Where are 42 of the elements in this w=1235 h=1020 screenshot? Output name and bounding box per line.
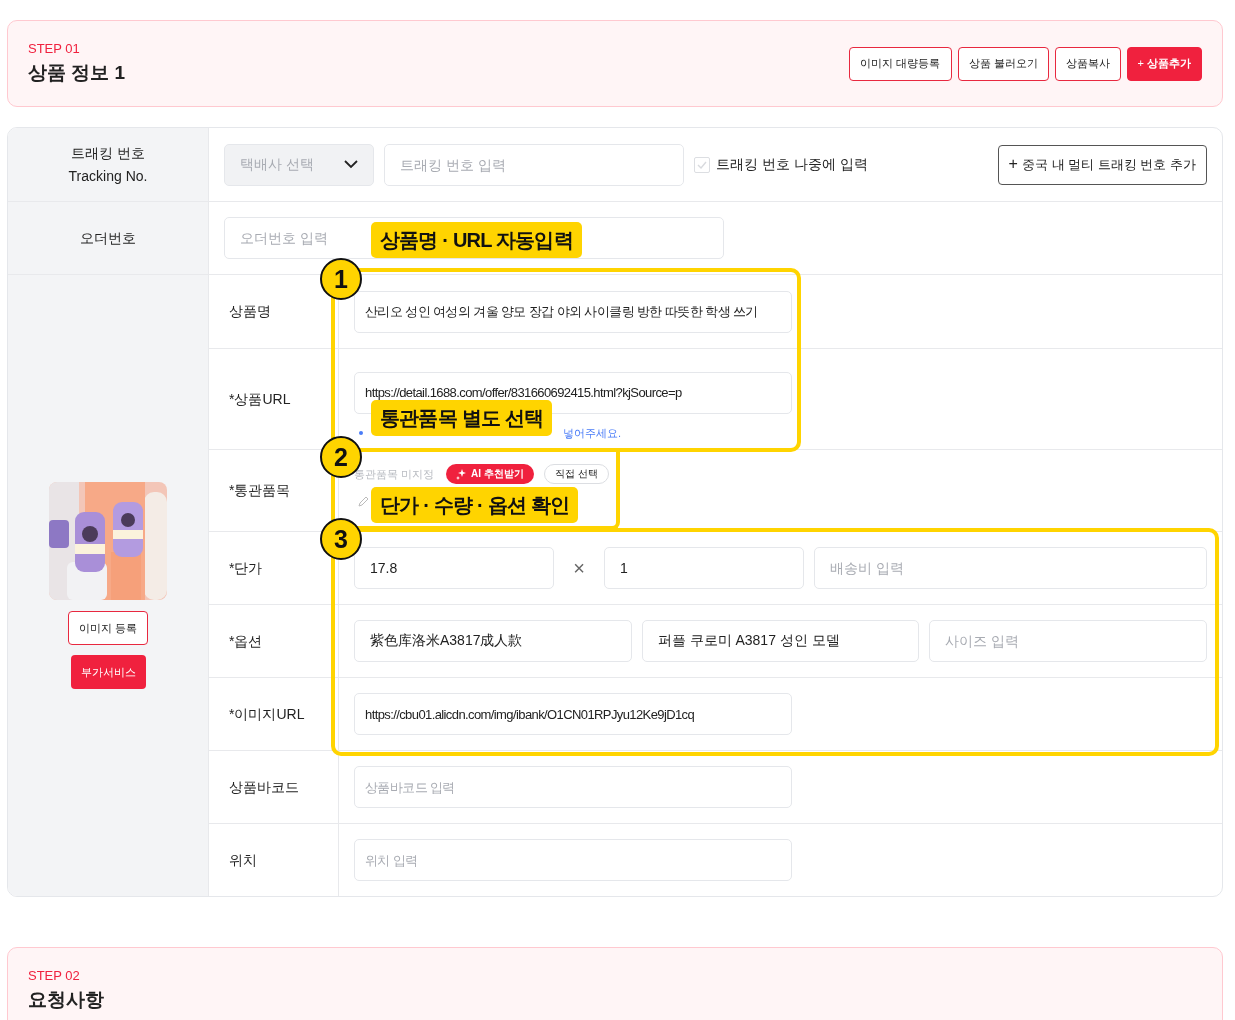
action-button[interactable]: 이미지 대량등록 <box>849 46 952 81</box>
option-field[interactable]: 사이즈 입력 <box>929 620 1207 662</box>
check-icon <box>697 160 707 169</box>
row-label: *옵션 <box>209 605 339 677</box>
row-label: 오더번호 <box>8 202 209 274</box>
quantity-field[interactable]: 1 <box>604 547 804 589</box>
option-field[interactable]: 퍼플 쿠로미 A3817 성인 모델 <box>641 620 920 662</box>
chevron-down-icon <box>344 160 358 169</box>
row-label: 위치 <box>209 824 339 896</box>
text-field[interactable]: 위치 입력 <box>354 839 792 881</box>
text-field[interactable]: 산리오 성인 여성의 겨울 양모 장갑 야외 사이클링 방한 따뜻한 학생 쓰기 <box>354 290 792 333</box>
ai-recommend-button[interactable]: AI 추천받기 <box>446 464 534 484</box>
row-label: *이미지URL <box>209 678 339 750</box>
tracking-number-field[interactable]: 트래킹 번호 입력 <box>384 143 684 186</box>
bullet-icon <box>359 431 363 435</box>
shipping-fee-field[interactable]: 배송비 입력 <box>814 547 1207 589</box>
text-field[interactable]: https://cbu01.alicdn.com/img/ibank/O1CN01RPJyu12Ke9jD1cq <box>354 693 792 735</box>
manual-select-button[interactable]: 직접 선택 <box>543 464 609 484</box>
later-checkbox[interactable]: 트래킹 번호 나중에 입력 <box>694 155 868 174</box>
section-title: 상품 정보 1 <box>28 61 126 85</box>
option-field[interactable]: 紫色库洛米A3817成人款 <box>354 620 632 662</box>
action-button[interactable]: 상품 불러오기 <box>957 46 1049 81</box>
add-tracking-button[interactable]: + 중국 내 멀티 트래킹 번호 추가 <box>997 144 1207 185</box>
sparkle-icon <box>456 468 468 480</box>
price-field[interactable]: 17.8 <box>354 547 554 589</box>
hint-text: 넣어주세요. <box>563 425 622 441</box>
service-button[interactable]: 부가서비스 <box>70 655 146 689</box>
status-text: 통관품목 미지정 <box>354 466 435 482</box>
action-button[interactable]: + 상품추가 <box>1126 46 1202 81</box>
callout-label: 상품명 · URL 자동입력 <box>371 222 582 258</box>
step-number: STEP 01 <box>28 41 81 56</box>
action-button[interactable]: 상품복사 <box>1054 46 1121 81</box>
pencil-icon <box>358 496 369 507</box>
callout-label: 통관품목 별도 선택 <box>371 400 553 436</box>
callout-label: 단가 · 수량 · 옵션 확인 <box>371 487 579 523</box>
row-label: 트래킹 번호 Tracking No. <box>8 128 209 201</box>
section-title: 요청사항 <box>28 988 104 1012</box>
row-label: 상품바코드 <box>209 751 339 823</box>
image-upload-button[interactable]: 이미지 등록 <box>67 611 149 645</box>
multiply-sign: × <box>572 556 586 580</box>
step-number: STEP 02 <box>28 968 81 983</box>
text-field[interactable]: 상품바코드 입력 <box>354 766 792 808</box>
